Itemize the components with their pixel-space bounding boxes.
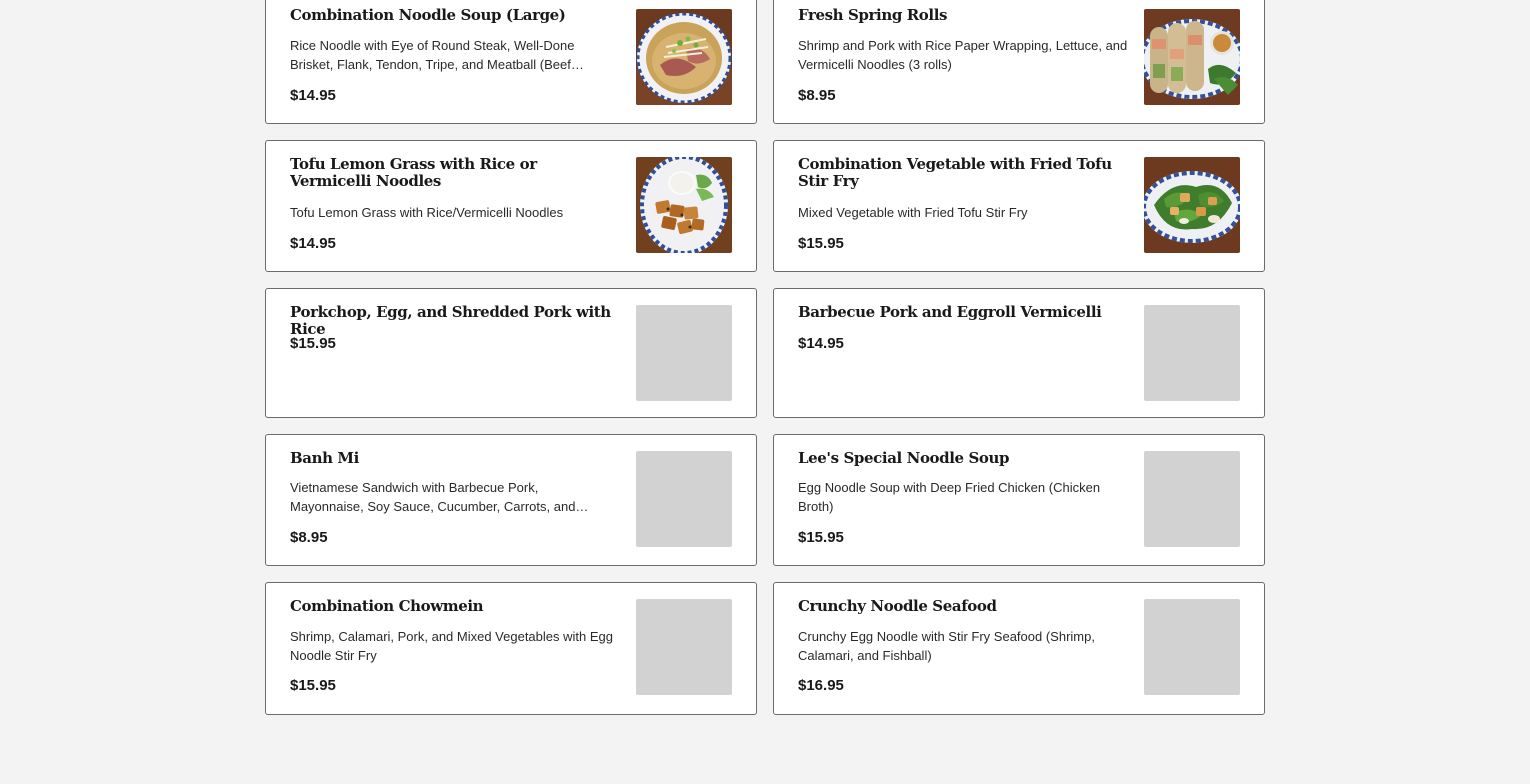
menu-item-price: $8.95 bbox=[798, 87, 836, 104]
menu-item-name: Combination Vegetable with Fried Tofu St… bbox=[798, 155, 1112, 190]
menu-item-card[interactable]: Banh Mi Vietnamese Sandwich with Barbecu… bbox=[265, 434, 757, 566]
menu-item-name: Fresh Spring Rolls bbox=[798, 6, 948, 24]
menu-item-card[interactable]: Lee's Special Noodle Soup Egg Noodle Sou… bbox=[773, 434, 1265, 566]
menu-item-card[interactable]: Porkchop, Egg, and Shredded Pork with Ri… bbox=[265, 288, 757, 418]
menu-item-card[interactable]: Crunchy Noodle Seafood Crunchy Egg Noodl… bbox=[773, 582, 1265, 715]
menu-item-description: Mixed Vegetable with Fried Tofu Stir Fry bbox=[798, 205, 1028, 220]
menu-item-description: Vietnamese Sandwich with Barbecue Pork, … bbox=[290, 480, 589, 514]
menu-item-photo-placeholder bbox=[636, 599, 732, 695]
menu-item-name: Lee's Special Noodle Soup bbox=[798, 449, 1010, 467]
menu-item-card[interactable]: Combination Vegetable with Fried Tofu St… bbox=[773, 140, 1265, 272]
menu-item-photo bbox=[1144, 157, 1240, 253]
menu-item-name: Barbecue Pork and Eggroll Vermicelli bbox=[798, 303, 1102, 321]
menu-item-card[interactable]: Combination Chowmein Shrimp, Calamari, P… bbox=[265, 582, 757, 715]
menu-item-card[interactable]: Combination Noodle Soup (Large) Rice Noo… bbox=[265, 0, 757, 124]
menu-item-card[interactable]: Barbecue Pork and Eggroll Vermicelli $14… bbox=[773, 288, 1265, 418]
menu-item-photo-placeholder bbox=[1144, 305, 1240, 401]
menu-item-photo bbox=[1144, 9, 1240, 105]
menu-item-description: Crunchy Egg Noodle with Stir Fry Seafood… bbox=[798, 629, 1095, 663]
spring-rolls-photo bbox=[1144, 9, 1240, 105]
menu-item-photo-placeholder bbox=[636, 305, 732, 401]
menu-item-description: Shrimp, Calamari, Pork, and Mixed Vegeta… bbox=[290, 629, 613, 663]
menu-item-photo bbox=[636, 9, 732, 105]
menu-item-name: Porkchop, Egg, and Shredded Pork with Ri… bbox=[290, 303, 611, 338]
menu-item-description: Tofu Lemon Grass with Rice/Vermicelli No… bbox=[290, 205, 564, 220]
menu-item-photo-placeholder bbox=[636, 451, 732, 547]
menu-item-photo-placeholder bbox=[1144, 451, 1240, 547]
menu-item-name: Combination Noodle Soup (Large) bbox=[290, 6, 566, 24]
menu-item-price: $16.95 bbox=[798, 677, 844, 694]
menu-item-name: Crunchy Noodle Seafood bbox=[798, 597, 997, 615]
menu-item-price: $8.95 bbox=[290, 529, 328, 546]
menu-item-price: $14.95 bbox=[290, 87, 336, 104]
menu-item-name: Combination Chowmein bbox=[290, 597, 484, 615]
pho-bowl-photo bbox=[636, 9, 732, 105]
menu-item-photo-placeholder bbox=[1144, 599, 1240, 695]
menu-item-description: Egg Noodle Soup with Deep Fried Chicken … bbox=[798, 480, 1101, 514]
menu-item-price: $15.95 bbox=[290, 677, 336, 694]
menu-item-card[interactable]: Tofu Lemon Grass with Rice or Vermicelli… bbox=[265, 140, 757, 272]
menu-item-name: Tofu Lemon Grass with Rice or Vermicelli… bbox=[290, 155, 537, 190]
tofu-rice-photo bbox=[636, 157, 732, 253]
menu-item-price: $15.95 bbox=[798, 529, 844, 546]
vegetable-stir-fry-photo bbox=[1144, 157, 1240, 253]
menu-item-photo bbox=[636, 157, 732, 253]
menu-item-price: $14.95 bbox=[798, 335, 844, 352]
menu-item-description: Shrimp and Pork with Rice Paper Wrapping… bbox=[798, 38, 1128, 72]
menu-item-description: Rice Noodle with Eye of Round Steak, Wel… bbox=[290, 38, 584, 72]
menu-item-price: $14.95 bbox=[290, 235, 336, 252]
menu-item-name: Banh Mi bbox=[290, 449, 359, 467]
menu-item-price: $15.95 bbox=[290, 335, 336, 352]
menu-item-card[interactable]: Fresh Spring Rolls Shrimp and Pork with … bbox=[773, 0, 1265, 124]
menu-item-price: $15.95 bbox=[798, 235, 844, 252]
